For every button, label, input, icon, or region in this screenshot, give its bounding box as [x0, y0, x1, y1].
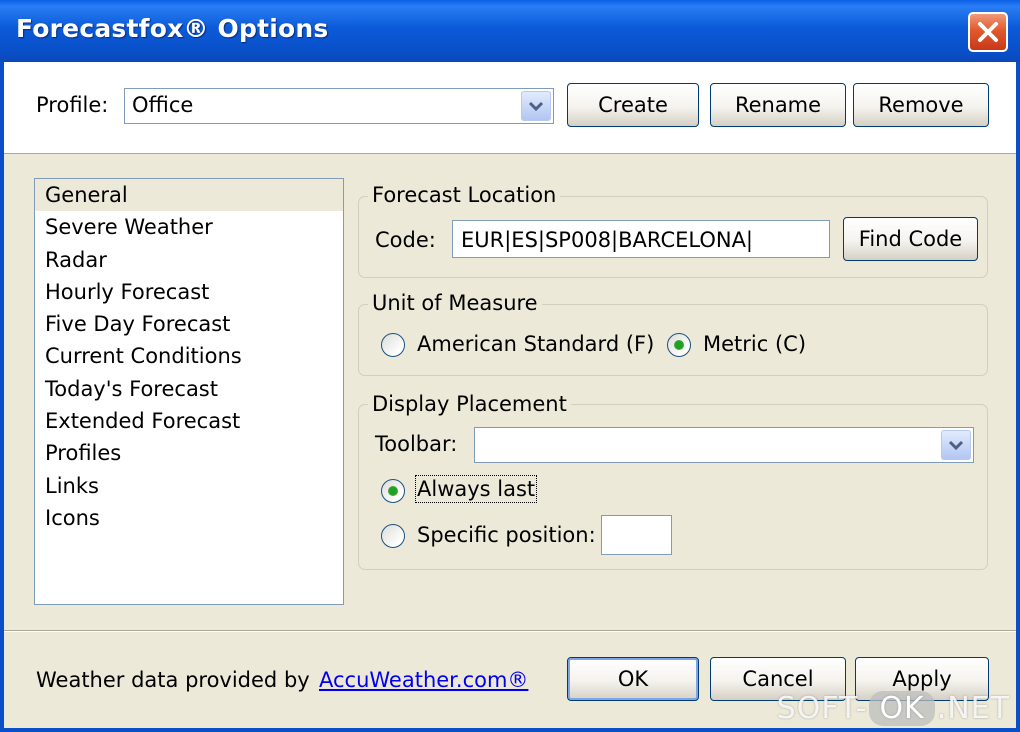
profile-select[interactable]: Office — [124, 88, 554, 124]
close-button[interactable] — [968, 12, 1008, 52]
sidebar-item-extended-forecast[interactable]: Extended Forecast — [35, 405, 343, 437]
profile-label: Profile: — [36, 93, 109, 117]
rename-button[interactable]: Rename — [710, 83, 846, 127]
sidebar-item-profiles[interactable]: Profiles — [35, 437, 343, 469]
specific-position-label[interactable]: Specific position: — [417, 523, 596, 547]
toolbar-select[interactable] — [474, 427, 974, 463]
window-title: Forecastfox® Options — [16, 14, 329, 43]
metric-radio[interactable] — [667, 333, 691, 357]
sidebar-item-general[interactable]: General — [35, 179, 343, 212]
metric-label[interactable]: Metric (C) — [703, 332, 806, 356]
always-last-label[interactable]: Always last — [414, 475, 538, 503]
ok-button[interactable]: OK — [567, 657, 699, 701]
unit-of-measure-title: Unit of Measure — [368, 291, 542, 315]
accuweather-link[interactable]: AccuWeather.com® — [319, 668, 528, 692]
specific-position-radio[interactable] — [381, 524, 405, 548]
footer-separator — [4, 630, 1016, 632]
find-code-button[interactable]: Find Code — [843, 217, 978, 261]
watermark-right: .NET — [936, 691, 1010, 726]
remove-button[interactable]: Remove — [853, 83, 989, 127]
code-input[interactable]: EUR|ES|SP008|BARCELONA| — [452, 220, 830, 258]
provided-by-text: Weather data provided by — [36, 668, 310, 692]
always-last-radio[interactable] — [381, 479, 405, 503]
toolbar-dropdown-button[interactable] — [941, 430, 971, 460]
sidebar-item-hourly-forecast[interactable]: Hourly Forecast — [35, 276, 343, 308]
watermark: SOFT- OK .NET — [777, 691, 1010, 726]
sidebar-item-five-day-forecast[interactable]: Five Day Forecast — [35, 308, 343, 340]
sidebar-item-icons[interactable]: Icons — [35, 502, 343, 534]
sidebar-item-links[interactable]: Links — [35, 470, 343, 502]
sidebar-item-todays-forecast[interactable]: Today's Forecast — [35, 373, 343, 405]
american-standard-label[interactable]: American Standard (F) — [417, 332, 654, 356]
code-input-value: EUR|ES|SP008|BARCELONA| — [461, 228, 754, 252]
title-bar: Forecastfox® Options — [0, 0, 1020, 62]
create-button[interactable]: Create — [567, 83, 699, 127]
specific-position-input[interactable] — [601, 515, 672, 555]
sidebar-item-severe-weather[interactable]: Severe Weather — [35, 211, 343, 243]
code-label: Code: — [375, 228, 436, 252]
watermark-left: SOFT- — [776, 691, 868, 726]
profile-dropdown-button[interactable] — [521, 91, 551, 121]
sidebar-item-radar[interactable]: Radar — [35, 244, 343, 276]
sidebar-item-current-conditions[interactable]: Current Conditions — [35, 340, 343, 372]
watermark-middle: OK — [869, 691, 935, 726]
chevron-down-icon — [948, 440, 964, 450]
chevron-down-icon — [528, 101, 544, 111]
forecast-location-title: Forecast Location — [368, 183, 561, 207]
close-icon — [978, 22, 998, 42]
category-list[interactable]: General Severe Weather Radar Hourly Fore… — [34, 178, 344, 605]
display-placement-title: Display Placement — [368, 392, 571, 416]
american-standard-radio[interactable] — [381, 333, 405, 357]
profile-select-value: Office — [132, 93, 194, 117]
toolbar-label: Toolbar: — [375, 432, 458, 456]
